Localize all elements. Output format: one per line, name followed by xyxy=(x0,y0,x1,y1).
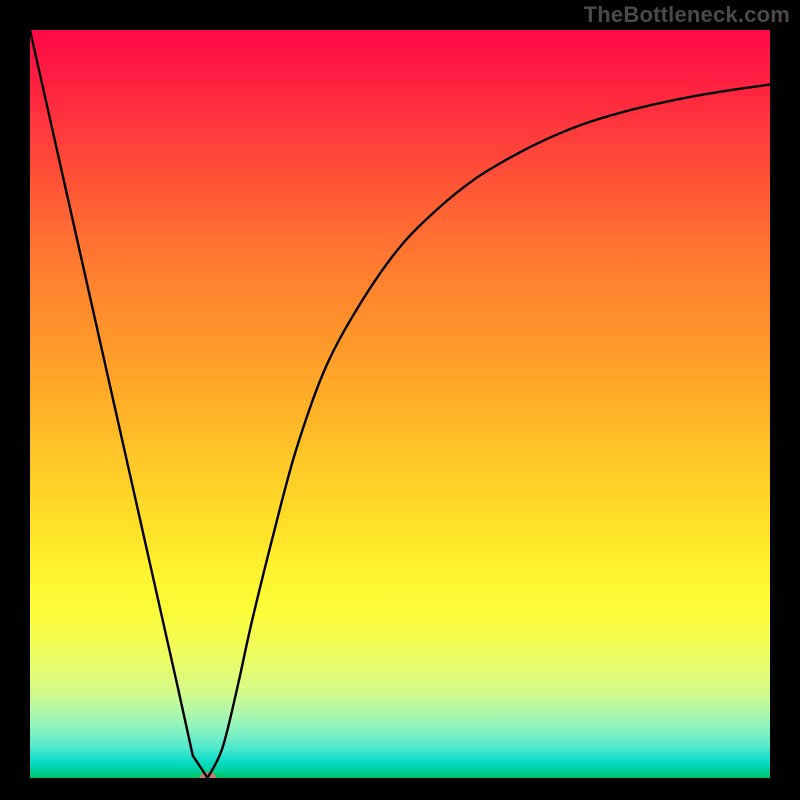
watermark-text: TheBottleneck.com xyxy=(584,2,790,28)
plot-area xyxy=(30,30,770,778)
chart-frame: TheBottleneck.com xyxy=(0,0,800,800)
bottleneck-curve xyxy=(30,30,770,778)
